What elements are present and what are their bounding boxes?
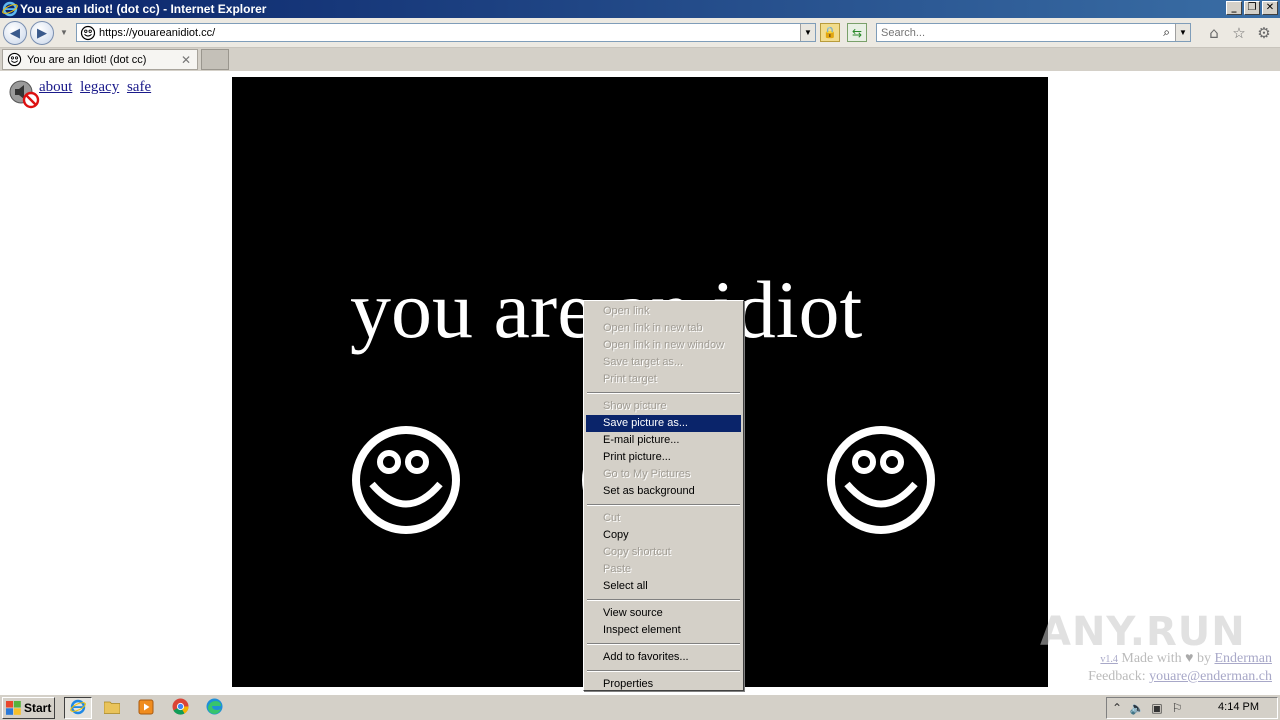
window-title: You are an Idiot! (dot cc) - Internet Ex… (20, 2, 267, 16)
context-menu-item-open-link-in-new-window: Open link in new window (603, 339, 725, 351)
context-menu: Open link Open link in new tab Open link i… (583, 300, 744, 691)
start-label: Start (24, 701, 52, 715)
legacy-link[interactable]: legacy (80, 79, 119, 95)
edge-icon (206, 698, 223, 718)
by-text: by (1196, 651, 1211, 666)
navigation-bar: ◀ ▶ ▼ https://youareanidiot.cc/ ▼ 🔒 ⇆ ⌕ … (0, 18, 1280, 48)
search-input[interactable] (881, 26, 1151, 39)
context-menu-item-go-to-my-pictures: Go to My Pictures (603, 468, 691, 480)
context-menu-item-view-source[interactable]: View source (586, 605, 741, 622)
history-dropdown-icon[interactable]: ▼ (60, 28, 68, 37)
lock-icon: 🔒 (823, 27, 837, 39)
tab-close-icon[interactable]: ✕ (181, 53, 191, 67)
context-menu-separator (587, 670, 740, 672)
search-box[interactable]: ⌕ ▼ (876, 23, 1191, 42)
title-bar[interactable]: You are an Idiot! (dot cc) - Internet Ex… (0, 0, 1280, 18)
tab-label: You are an Idiot! (dot cc) (27, 53, 147, 66)
taskbar-chrome-button[interactable] (166, 697, 194, 719)
context-menu-item-set-as-background[interactable]: Set as background (586, 483, 741, 500)
context-menu-item-copy[interactable]: Copy (586, 527, 741, 544)
ie-icon (70, 699, 86, 718)
page-footer: v1.4 Made with ♥ by Enderman Feedback: y… (1088, 650, 1272, 685)
minimize-button[interactable]: _ (1226, 1, 1242, 15)
context-menu-separator (587, 504, 740, 506)
back-button[interactable]: ◀ (3, 21, 27, 45)
context-menu-item-inspect-element[interactable]: Inspect element (586, 622, 741, 639)
ie-logo-icon (2, 1, 18, 17)
favorites-star-icon[interactable]: ☆ (1230, 24, 1248, 42)
context-menu-item-print-target: Print target (603, 373, 657, 385)
address-bar[interactable]: https://youareanidiot.cc/ ▼ (76, 23, 816, 42)
gear-icon[interactable]: ⚙ (1255, 24, 1273, 42)
taskbar-edge-button[interactable] (200, 697, 228, 719)
context-menu-item-properties[interactable]: Properties (586, 676, 741, 693)
refresh-button[interactable]: ⇆ (847, 23, 867, 42)
search-icon[interactable]: ⌕ (1163, 25, 1170, 40)
heart-icon: ♥ (1185, 651, 1194, 666)
address-url: https://youareanidiot.cc/ (99, 26, 216, 39)
context-menu-separator (587, 392, 740, 394)
taskbar-ie-button[interactable] (64, 697, 92, 719)
context-menu-item-copy-shortcut: Copy shortcut (603, 546, 671, 558)
context-menu-item-paste: Paste (603, 563, 632, 575)
context-menu-item-select-all[interactable]: Select all (586, 578, 741, 595)
new-tab-button[interactable] (201, 49, 229, 70)
media-player-icon (138, 699, 154, 718)
volume-icon[interactable]: 🔈 (1127, 701, 1147, 715)
context-menu-item-e-mail-picture[interactable]: E-mail picture... (586, 432, 741, 449)
home-icon[interactable]: ⌂ (1205, 24, 1223, 42)
show-hidden-icons-icon[interactable]: ⌃ (1107, 701, 1127, 715)
smiley-face-icon (827, 426, 935, 534)
tab-youareanidiot[interactable]: You are an Idiot! (dot cc) ✕ (2, 49, 198, 70)
context-menu-separator (587, 599, 740, 601)
forward-button[interactable]: ▶ (30, 21, 54, 45)
context-menu-item-open-link-in-new-tab: Open link in new tab (603, 322, 703, 334)
folder-icon (103, 700, 121, 717)
made-with-text: Made with (1121, 651, 1182, 666)
smiley-face-icon (352, 426, 460, 534)
context-menu-item-add-to-favorites[interactable]: Add to favorites... (586, 649, 741, 666)
security-lock-button[interactable]: 🔒 (820, 23, 840, 42)
context-menu-item-open-link: Open link (603, 305, 650, 317)
browser-window: You are an Idiot! (dot cc) - Internet Ex… (0, 0, 1280, 720)
context-menu-item-cut: Cut (603, 512, 621, 524)
taskbar-explorer-button[interactable] (98, 697, 126, 719)
site-favicon-icon (80, 25, 96, 41)
anyrun-watermark: ANY.RUN (1040, 609, 1246, 655)
context-menu-item-show-picture: Show picture (603, 400, 667, 412)
action-center-flag-icon[interactable]: ⚐ (1167, 701, 1187, 715)
tab-favicon-icon (7, 52, 22, 67)
taskbar: Start ⌃ 🔈 ▣ ⚐ 4:14 PM (0, 694, 1280, 720)
restore-button[interactable]: ❐ (1244, 1, 1260, 15)
windows-logo-icon (6, 701, 21, 715)
about-link[interactable]: about (39, 79, 72, 95)
taskbar-clock[interactable]: 4:14 PM (1218, 701, 1259, 713)
context-menu-item-save-picture-as[interactable]: Save picture as... (586, 415, 741, 432)
feedback-label: Feedback: (1088, 669, 1146, 684)
chrome-icon (172, 698, 189, 718)
speaker-muted-icon[interactable] (8, 79, 40, 109)
safe-link[interactable]: safe (127, 79, 151, 95)
close-button[interactable]: ✕ (1262, 1, 1278, 15)
top-links: about legacy safe (39, 79, 155, 96)
network-icon[interactable]: ▣ (1147, 701, 1167, 715)
author-link[interactable]: Enderman (1214, 651, 1272, 666)
tab-bar: You are an Idiot! (dot cc) ✕ (0, 48, 1280, 71)
address-dropdown-icon[interactable]: ▼ (800, 24, 815, 41)
arrow-right-icon: ▶ (37, 25, 47, 41)
context-menu-item-save-target-as: Save target as... (603, 356, 684, 368)
feedback-email-link[interactable]: youare@enderman.ch (1149, 669, 1272, 684)
context-menu-item-print-picture[interactable]: Print picture... (586, 449, 741, 466)
system-tray: ⌃ 🔈 ▣ ⚐ 4:14 PM (1106, 697, 1278, 719)
taskbar-media-player-button[interactable] (132, 697, 160, 719)
start-button[interactable]: Start (2, 697, 55, 719)
context-menu-separator (587, 643, 740, 645)
version-link[interactable]: v1.4 (1100, 654, 1118, 665)
arrow-left-icon: ◀ (10, 25, 20, 41)
refresh-icon: ⇆ (851, 25, 863, 40)
search-dropdown-icon[interactable]: ▼ (1175, 24, 1190, 41)
